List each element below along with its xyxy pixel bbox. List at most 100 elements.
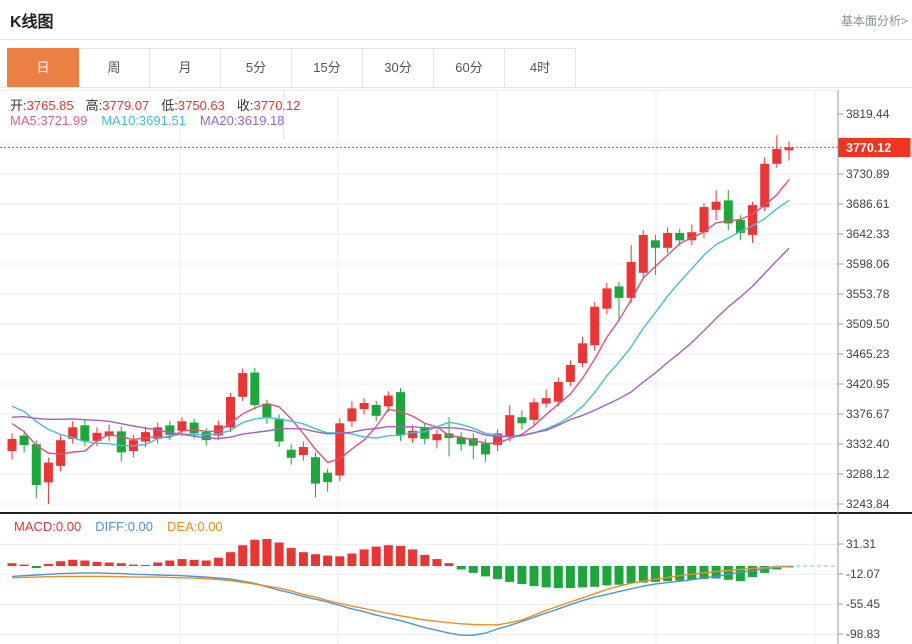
macd-bar — [68, 560, 77, 566]
macd-bar — [457, 566, 466, 570]
candle — [335, 423, 344, 475]
candle — [323, 473, 332, 483]
macd-bar — [372, 547, 381, 566]
current-price-badge-text: 3770.12 — [846, 141, 891, 155]
page-title: K线图 — [10, 8, 54, 32]
macd-bar — [347, 554, 356, 567]
macd-bar — [481, 566, 490, 576]
macd-readout: MACD:0.00DIFF:0.00DEA:0.00 — [14, 519, 237, 534]
macd-bar — [44, 564, 53, 566]
axis-tick-label: -55.45 — [846, 597, 880, 611]
candle — [675, 233, 684, 241]
tabbar-bottom-border — [0, 87, 912, 88]
candle — [615, 286, 624, 298]
candle — [32, 444, 41, 485]
macd-bar — [408, 549, 417, 566]
candle — [250, 373, 259, 406]
candles-layer — [8, 135, 794, 504]
macd-bar — [56, 561, 65, 566]
candle — [190, 423, 199, 434]
macd-bar — [384, 545, 393, 566]
candle — [20, 436, 29, 446]
candle — [554, 382, 563, 402]
macd-bar — [687, 566, 696, 580]
candle — [8, 439, 17, 451]
ohlc-row-item: 高:3779.07 — [86, 98, 150, 113]
macd-bar — [566, 566, 575, 588]
candle — [202, 432, 211, 440]
macd-bar — [20, 565, 29, 566]
ohlc-row-item: 收:3770.12 — [237, 98, 301, 113]
axis-tick-label: 3288.12 — [846, 467, 890, 481]
candle — [80, 425, 89, 441]
axis-tick-label: 3376.67 — [846, 407, 890, 421]
macd-bar — [8, 563, 17, 566]
macd-legend-item: DIFF:0.00 — [95, 519, 153, 534]
candle — [748, 205, 757, 235]
axis-tick-label: 3332.40 — [846, 437, 890, 451]
macd-bar — [141, 565, 150, 566]
tab-4hour[interactable]: 4时 — [504, 48, 576, 88]
macd-bar — [590, 566, 599, 587]
tab-60min[interactable]: 60分 — [433, 48, 505, 88]
macd-bar — [214, 558, 223, 566]
axis-tick-label: 3509.50 — [846, 317, 890, 331]
axis-tick-label: 3420.95 — [846, 377, 890, 391]
dea-line — [12, 566, 789, 625]
candle — [384, 396, 393, 407]
candle — [396, 392, 405, 435]
macd-bar — [226, 552, 235, 566]
axis-tick-label: 3730.89 — [846, 167, 890, 181]
tab-week[interactable]: 周 — [78, 48, 150, 88]
axis-tick-label: -98.83 — [846, 627, 880, 641]
tab-15min[interactable]: 15分 — [291, 48, 363, 88]
candle — [287, 450, 296, 458]
macd-bar — [736, 566, 745, 581]
macd-bar — [505, 566, 514, 582]
tab-month[interactable]: 月 — [149, 48, 221, 88]
tab-30min[interactable]: 30分 — [362, 48, 434, 88]
axis-tick-label: 3465.23 — [846, 347, 890, 361]
candle — [627, 262, 636, 298]
period-tab-bar: 日周月5分15分30分60分4时 — [8, 48, 576, 88]
axis-tick-label: 3553.78 — [846, 287, 890, 301]
candle — [590, 307, 599, 346]
macd-legend-item: DEA:0.00 — [167, 519, 223, 534]
candle — [117, 431, 126, 452]
macd-bar — [323, 556, 332, 566]
macd-bar — [202, 561, 211, 567]
macd-bar — [238, 545, 247, 566]
ma-row-item: MA5:3721.99 — [10, 113, 87, 128]
macd-bar — [93, 562, 102, 566]
candle — [530, 402, 539, 420]
axis-tick-label: 3598.06 — [846, 257, 890, 271]
candle — [663, 233, 672, 248]
axis-tick-label: -12.07 — [846, 567, 880, 581]
macd-bar — [178, 559, 187, 566]
axis-tick-label: 3243.84 — [846, 497, 890, 511]
axis-tick-label: 3819.44 — [846, 107, 890, 121]
macd-bar — [190, 560, 199, 566]
candle — [178, 421, 187, 431]
ma-row-item: MA10:3691.51 — [101, 113, 186, 128]
candle — [299, 447, 308, 455]
tab-5min[interactable]: 5分 — [220, 48, 292, 88]
fundamental-analysis-link[interactable]: 基本面分析> — [841, 12, 908, 29]
macd-bar — [517, 566, 526, 584]
price-axis: 3819.443730.893686.613642.333598.063553.… — [838, 90, 890, 644]
macd-bar — [542, 566, 551, 587]
candle — [712, 202, 721, 210]
chart-top-border — [0, 90, 838, 91]
macd-bar — [117, 563, 126, 566]
candle — [311, 457, 320, 483]
ma-row-item: MA20:3619.18 — [200, 113, 285, 128]
macd-bar — [299, 552, 308, 566]
candle — [651, 240, 660, 248]
macd-bar — [469, 566, 478, 573]
axis-tick-label: 3642.33 — [846, 227, 890, 241]
tab-day[interactable]: 日 — [7, 48, 79, 88]
candle — [517, 417, 526, 423]
candle — [542, 398, 551, 403]
macd-bar — [360, 549, 369, 566]
macd-bar — [105, 563, 114, 567]
